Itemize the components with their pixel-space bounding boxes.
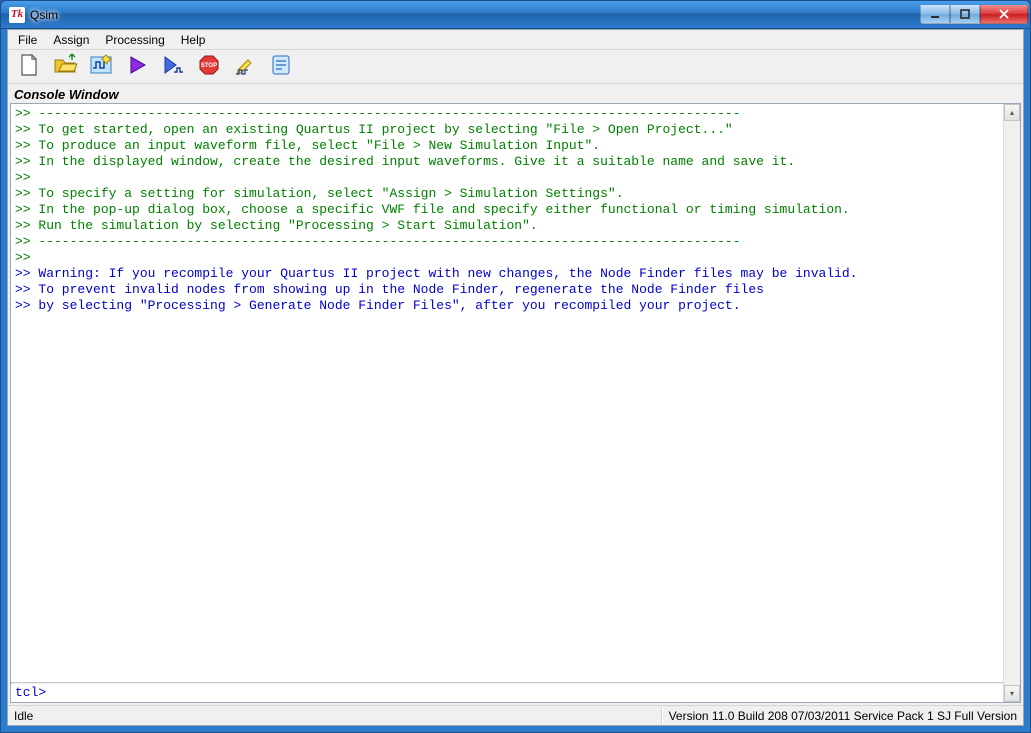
new-file-icon <box>16 52 42 81</box>
console-line: >> Run the simulation by selecting "Proc… <box>15 218 1016 234</box>
console-title: Console Window <box>10 86 1021 103</box>
console-line: >> <box>15 170 1016 186</box>
console-line: >> -------------------------------------… <box>15 234 1016 250</box>
vertical-scrollbar[interactable]: ▴ ▾ <box>1003 104 1020 702</box>
console-line: >> To get started, open an existing Quar… <box>15 122 1016 138</box>
console-line: >> <box>15 250 1016 266</box>
stop-icon: STOP <box>196 52 222 81</box>
tcl-prompt: tcl> <box>15 685 46 700</box>
svg-text:STOP: STOP <box>201 63 217 69</box>
statusbar: Idle Version 11.0 Build 208 07/03/2011 S… <box>8 705 1023 725</box>
play-icon <box>124 52 150 81</box>
run-button[interactable] <box>120 52 154 82</box>
window-controls <box>920 5 1028 24</box>
app-icon: Tk <box>9 7 25 23</box>
console-line: >> To prevent invalid nodes from showing… <box>15 282 1016 298</box>
maximize-button[interactable] <box>950 5 980 24</box>
console-line: >> In the displayed window, create the d… <box>15 154 1016 170</box>
console-line: >> by selecting "Processing > Generate N… <box>15 298 1016 314</box>
console-line: >> Warning: If you recompile your Quartu… <box>15 266 1016 282</box>
menu-file[interactable]: File <box>10 31 45 49</box>
tcl-input[interactable] <box>46 685 1016 700</box>
console-box: >> -------------------------------------… <box>10 103 1021 703</box>
console-input-row: tcl> <box>11 684 1020 702</box>
open-file-button[interactable] <box>48 52 82 82</box>
close-button[interactable] <box>980 5 1028 24</box>
menu-assign[interactable]: Assign <box>45 31 97 49</box>
console-line: >> -------------------------------------… <box>15 106 1016 122</box>
toolbar: STOP <box>8 50 1023 84</box>
status-left: Idle <box>8 706 662 725</box>
pencil-icon <box>232 52 258 81</box>
new-file-button[interactable] <box>12 52 46 82</box>
console-line: >> In the pop-up dialog box, choose a sp… <box>15 202 1016 218</box>
app-window: Tk Qsim File Assign Processing Help <box>0 0 1031 733</box>
minimize-button[interactable] <box>920 5 950 24</box>
play-step-icon <box>160 52 186 81</box>
scroll-up-icon[interactable]: ▴ <box>1004 104 1020 121</box>
scroll-down-icon[interactable]: ▾ <box>1004 685 1020 702</box>
menubar: File Assign Processing Help <box>8 30 1023 50</box>
titlebar[interactable]: Tk Qsim <box>1 1 1030 29</box>
console-output[interactable]: >> -------------------------------------… <box>11 104 1020 682</box>
console-line: >> To specify a setting for simulation, … <box>15 186 1016 202</box>
menu-processing[interactable]: Processing <box>97 31 172 49</box>
open-folder-icon <box>52 52 78 81</box>
run-step-button[interactable] <box>156 52 190 82</box>
console-line: >> To produce an input waveform file, se… <box>15 138 1016 154</box>
status-right: Version 11.0 Build 208 07/03/2011 Servic… <box>662 706 1023 725</box>
menu-help[interactable]: Help <box>173 31 214 49</box>
console-panel: Console Window >> ----------------------… <box>8 84 1023 705</box>
edit-button[interactable] <box>228 52 262 82</box>
waveform-icon <box>88 52 114 81</box>
stop-button[interactable]: STOP <box>192 52 226 82</box>
report-button[interactable] <box>264 52 298 82</box>
client-wrap: File Assign Processing Help <box>1 29 1030 732</box>
client-area: File Assign Processing Help <box>7 29 1024 726</box>
waveform-editor-button[interactable] <box>84 52 118 82</box>
window-title: Qsim <box>30 8 58 22</box>
report-icon <box>268 52 294 81</box>
